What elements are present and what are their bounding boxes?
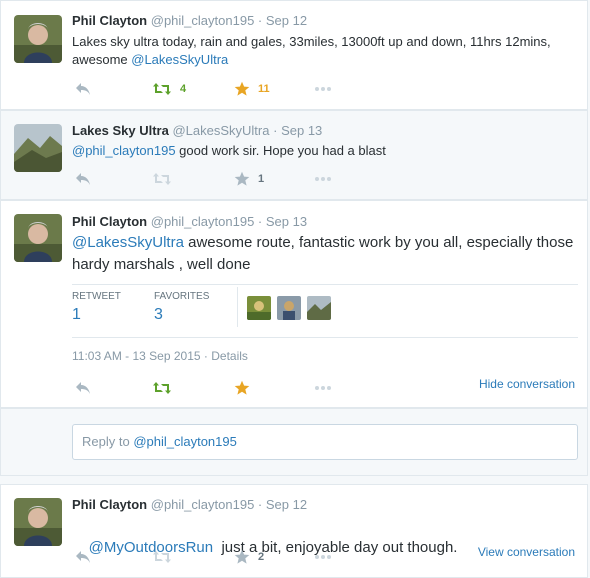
tweet-header: Phil Clayton @phil_clayton195 · Sep 13	[72, 214, 307, 229]
retweet-button[interactable]	[152, 379, 172, 397]
reply-button[interactable]	[75, 80, 91, 98]
tweet-header: Phil Clayton @phil_clayton195 · Sep 12	[72, 13, 307, 28]
tweet-3-expanded[interactable]: Phil Clayton @phil_clayton195 · Sep 13 @…	[0, 200, 588, 408]
favorite-count: 2	[258, 551, 265, 563]
retweet-count: 4	[180, 83, 187, 95]
avatar[interactable]	[14, 214, 62, 262]
reply-icon	[75, 381, 91, 395]
favorites-stat-label: FAVORITES	[154, 291, 210, 302]
more-icon	[314, 554, 332, 560]
favoriter-avatar[interactable]	[247, 296, 271, 320]
user-name[interactable]: Phil Clayton	[72, 13, 147, 28]
separator: ·	[257, 13, 263, 28]
favoriter-avatar[interactable]	[307, 296, 331, 320]
star-icon	[234, 81, 250, 97]
divider	[72, 284, 578, 285]
favoriter-avatar[interactable]	[277, 296, 301, 320]
star-icon	[234, 380, 250, 396]
favoriter-avatars	[247, 296, 331, 320]
user-name[interactable]: Phil Clayton	[72, 497, 147, 512]
mention-link[interactable]: @MyOutdoorsRun	[89, 539, 213, 556]
divider	[72, 337, 578, 338]
separator: ·	[203, 349, 208, 363]
user-handle[interactable]: @phil_clayton195	[151, 497, 255, 512]
favorite-button[interactable]: 2	[234, 548, 264, 566]
separator: ·	[257, 497, 263, 512]
reply-button[interactable]	[75, 379, 91, 397]
more-icon	[314, 385, 332, 391]
view-conversation-link[interactable]: View conversation	[478, 545, 575, 559]
reply-handle: @phil_clayton195	[133, 434, 237, 449]
tweet-header: Lakes Sky Ultra @LakesSkyUltra · Sep 13	[72, 123, 322, 138]
hide-conversation-link[interactable]: Hide conversation	[479, 377, 575, 391]
stats-divider	[237, 287, 238, 327]
favorite-button[interactable]	[234, 379, 250, 397]
tweet-body: good work sir. Hope you had a blast	[175, 143, 386, 158]
more-button[interactable]	[314, 548, 332, 566]
retweet-icon	[152, 381, 172, 395]
mention-link[interactable]: @LakesSkyUltra	[72, 234, 184, 251]
mention-link[interactable]: @phil_clayton195	[72, 143, 176, 158]
reply-prefix: Reply to	[82, 434, 134, 449]
separator: ·	[257, 214, 263, 229]
favorite-count: 11	[258, 83, 270, 95]
tweet-1[interactable]: Phil Clayton @phil_clayton195 · Sep 12 L…	[0, 0, 588, 110]
tweet-time[interactable]: Sep 12	[266, 13, 307, 28]
tweet-2[interactable]: Lakes Sky Ultra @LakesSkyUltra · Sep 13 …	[0, 110, 588, 200]
user-name[interactable]: Phil Clayton	[72, 214, 147, 229]
more-icon	[314, 176, 332, 182]
retweet-icon	[152, 172, 172, 186]
tweet-time[interactable]: Sep 12	[266, 497, 307, 512]
more-button[interactable]	[314, 379, 332, 397]
separator: ·	[273, 123, 278, 138]
avatar[interactable]	[14, 15, 62, 63]
favorites-stat[interactable]: FAVORITES 3	[154, 291, 209, 324]
retweet-icon	[152, 82, 172, 96]
reply-icon	[75, 82, 91, 96]
star-icon	[234, 549, 250, 565]
retweet-icon	[152, 550, 172, 564]
more-button[interactable]	[314, 80, 332, 98]
retweet-stat-value: 1	[72, 306, 81, 323]
reply-button[interactable]	[75, 548, 91, 566]
tweet-text: @LakesSkyUltra awesome route, fantastic …	[72, 232, 577, 276]
more-button[interactable]	[314, 170, 332, 188]
reply-icon	[75, 550, 91, 564]
mention-link[interactable]: @LakesSkyUltra	[131, 52, 228, 67]
favorites-stat-value: 3	[154, 306, 163, 323]
reply-area: Reply to @phil_clayton195	[0, 408, 588, 476]
timestamp-text: 11:03 AM - 13 Sep 2015	[72, 349, 201, 363]
user-handle[interactable]: @phil_clayton195	[151, 214, 255, 229]
reply-button[interactable]	[75, 170, 91, 188]
avatar[interactable]	[14, 498, 62, 546]
user-name[interactable]: Lakes Sky Ultra	[72, 123, 169, 138]
details-link[interactable]: Details	[211, 349, 248, 363]
retweet-stat[interactable]: RETWEET 1	[72, 291, 121, 324]
tweet-time[interactable]: Sep 13	[266, 214, 307, 229]
retweet-button[interactable]	[152, 170, 172, 188]
tweet-time[interactable]: Sep 13	[281, 123, 322, 138]
reply-icon	[75, 172, 91, 186]
user-handle[interactable]: @phil_clayton195	[151, 13, 255, 28]
tweet-header: Phil Clayton @phil_clayton195 · Sep 12	[72, 497, 307, 512]
favorite-button[interactable]: 11	[234, 80, 270, 98]
favorite-count: 1	[258, 173, 265, 185]
user-handle[interactable]: @LakesSkyUltra	[172, 123, 269, 138]
avatar[interactable]	[14, 124, 62, 172]
favorite-button[interactable]: 1	[234, 170, 264, 188]
star-icon	[234, 171, 250, 187]
tweet-text: @phil_clayton195 good work sir. Hope you…	[72, 142, 577, 160]
reply-input[interactable]: Reply to @phil_clayton195	[72, 424, 578, 460]
tweet-4[interactable]: Phil Clayton @phil_clayton195 · Sep 12 @…	[0, 484, 588, 578]
retweet-button[interactable]: 4	[152, 80, 186, 98]
tweet-timestamp: 11:03 AM - 13 Sep 2015 · Details	[72, 349, 248, 363]
tweet-text: Lakes sky ultra today, rain and gales, 3…	[72, 33, 577, 69]
more-icon	[314, 86, 332, 92]
retweet-stat-label: RETWEET	[72, 291, 121, 302]
retweet-button[interactable]	[152, 548, 172, 566]
